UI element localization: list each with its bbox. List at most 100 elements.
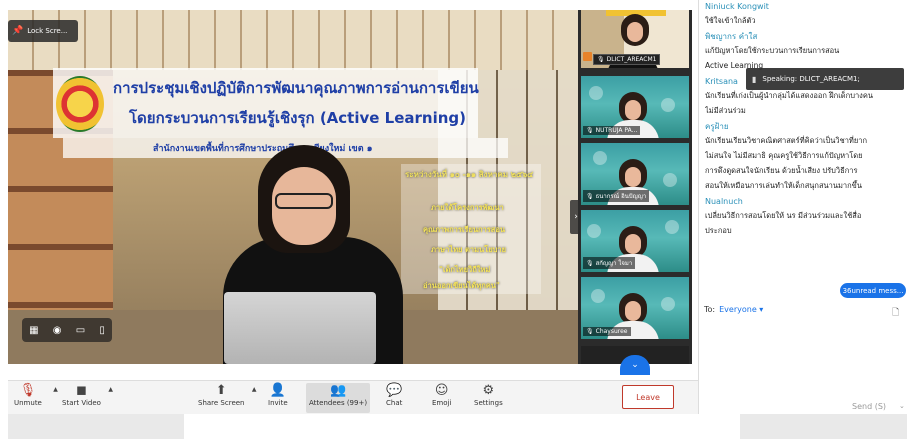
unmute-button[interactable]: 🎙 Unmute ▲ [14, 383, 58, 407]
participant-tile[interactable]: 🎙 ธนากรณ์ อินปัญญา [581, 143, 689, 205]
chat-sender: Niniuck Kongwit [705, 2, 769, 11]
office-seal-logo [56, 76, 104, 132]
attendees-label: Attendees (99+) [309, 399, 368, 407]
share-screen-button[interactable]: ⬆ Share Screen ▲ [198, 383, 257, 407]
title-line1: การประชุมเชิงปฏิบัติการพัฒนาคุณภาพการอ่า… [113, 79, 479, 97]
mic-muted-icon: 🎙 [19, 383, 37, 398]
chat-text: แก้ปัญหาโดยใช้กระบวนการเรียนการสอน [705, 46, 840, 55]
speaking-indicator: ▮ Speaking: DLICT_AREACM1; [746, 68, 904, 90]
participant-gallery: 🎙 DLICT_AREACM1 🎙 NUTRUJA PA... 🎙 ธนากรณ… [578, 10, 692, 375]
chat-text: การดึงดูดสนใจนักเรียน ด้วยน้ำเสียง ปรับว… [705, 166, 858, 175]
to-label: To: [704, 305, 716, 314]
bubble-decoration [589, 86, 603, 100]
pin-icon: 📌 [12, 26, 24, 36]
participant-name: NUTRUJA PA... [595, 127, 638, 134]
mic-muted-icon: 🎙 [586, 192, 594, 200]
attendees-button[interactable]: 👥 Attendees (99+) [306, 383, 371, 413]
gallery-scroll-down-button[interactable]: ⌄ [620, 355, 650, 375]
meeting-window: การประชุมเชิงปฏิบัติการพัฒนาคุณภาพการอ่า… [0, 0, 907, 439]
sidebar-icon[interactable]: ▯ [99, 325, 105, 336]
caret-up-icon[interactable]: ▲ [53, 386, 58, 393]
mic-muted-icon: 🎙 [586, 127, 594, 134]
chat-message: Niniuck Kongwit ใช้ใจเข้าใกล้ตัว [705, 0, 905, 28]
video-off-icon: ◼ [76, 383, 87, 398]
project-line: "เด็กไทยวิถีใหม่ [439, 265, 491, 274]
start-video-label: Start Video [62, 399, 101, 407]
date-box: ระหว่างวันที่ ๑๐ -๑๑ สิงหาคม ๒๕๖๔ ภายใต้… [401, 164, 541, 294]
chat-sender: Nualnuch [705, 197, 743, 206]
unmute-label: Unmute [14, 399, 42, 407]
chat-text: สอนให้เหมือนการเล่นทำให้เด็กสนุกสนานมากข… [705, 181, 862, 190]
laptop [224, 292, 376, 364]
screen-icon[interactable]: ▭ [76, 325, 85, 336]
mic-muted-icon: 🎙 [586, 259, 594, 267]
chat-sender: พิชญากร คำใส [705, 32, 758, 41]
muted-icon [583, 52, 592, 61]
collapse-gallery-button[interactable]: › [570, 200, 578, 234]
bubble-decoration [661, 98, 675, 112]
lock-screen-label: Lock Scre... [27, 27, 68, 35]
participant-nametag: 🎙 Chaysuree [583, 327, 631, 336]
participant-tile[interactable]: 🎙 DLICT_AREACM1 [581, 10, 689, 68]
participant-tile[interactable]: 🎙 Chaysuree [581, 277, 689, 339]
chat-icon: 💬 [386, 383, 403, 398]
chat-text: ไม่สนใจ ไม่มีสมาธิ คุณครูใช้วิธีการแก้ปั… [705, 151, 863, 160]
participant-tile[interactable]: 🎙 NUTRUJA PA... [581, 76, 689, 138]
participant-face [621, 14, 649, 46]
chat-button[interactable]: 💬 Chat [386, 383, 402, 407]
mic-icon: 🎙 [597, 56, 605, 63]
caret-up-icon[interactable]: ▲ [252, 386, 257, 393]
participant-name: Chaysuree [595, 328, 628, 335]
meeting-toolbar: 🎙 Unmute ▲ ◼ Start Video ▲ ⬆ Share Scree… [8, 380, 698, 414]
bottom-area-right [740, 414, 907, 439]
chat-text: ประกอบ [705, 226, 732, 235]
attendees-icon: 👥 [329, 383, 347, 398]
participant-name: สกัญญา ใจมา [595, 260, 633, 267]
mic-muted-icon: 🎙 [586, 328, 594, 335]
settings-button[interactable]: ⚙ Settings [474, 383, 503, 407]
title-panel: การประชุมเชิงปฏิบัติการพัฒนาคุณภาพการอ่า… [53, 68, 479, 138]
bubble-decoration [663, 173, 677, 187]
invite-button[interactable]: 👤 Invite [268, 383, 288, 407]
project-line: ภาษาไทย ตามนโยบาย [431, 245, 506, 254]
emoji-label: Emoji [432, 399, 452, 407]
main-video[interactable]: การประชุมเชิงปฏิบัติการพัฒนาคุณภาพการอ่า… [8, 10, 578, 364]
unread-messages-button[interactable]: 36unread mess... [840, 283, 906, 298]
participant-nametag: 🎙 DLICT_AREACM1 [593, 54, 661, 65]
chat-message: พิชญากร คำใส แก้ปัญหาโดยใช้กระบวนการเรีย… [705, 30, 905, 73]
bottom-area-center [184, 414, 740, 439]
chevron-down-icon[interactable]: ⌄ [899, 402, 905, 410]
video-overlay-controls: ▦ ◉ ▭ ▯ [22, 318, 112, 342]
invite-label: Invite [268, 399, 288, 407]
chat-text: นักเรียนที่เก่งเป็นผู้นำกลุ่มได้แสดงออก … [705, 91, 873, 100]
share-screen-icon: ⬆ [215, 383, 227, 398]
title-line2: โดยกระบวนการเรียนรู้เชิงรุก (Active Lear… [129, 109, 467, 127]
chat-text: เปลี่ยนวิธีการสอนโดยให้ นร มีส่วนร่วมและ… [705, 211, 862, 220]
bubble-decoration [661, 297, 675, 311]
recipient-dropdown[interactable]: Everyone ▾ [719, 305, 763, 314]
camera-icon[interactable]: ◉ [53, 325, 62, 336]
chevron-down-icon: ⌄ [631, 360, 639, 370]
bubble-decoration [665, 220, 679, 234]
chat-message-list[interactable]: Niniuck Kongwit ใช้ใจเข้าใกล้ตัว พิชญากร… [705, 0, 905, 300]
chat-recipient-row: To: Everyone ▾ [704, 305, 763, 314]
leave-button[interactable]: Leave [622, 385, 674, 409]
start-video-button[interactable]: ◼ Start Video ▲ [62, 383, 113, 407]
speaking-label: Speaking: DLICT_AREACM1; [762, 75, 860, 83]
presenter-glasses [275, 193, 333, 209]
chat-message: ครูฝ้าย นักเรียนเรียนวิชาคณิตศาสตร์ที่คิ… [705, 120, 905, 193]
lock-screen-button[interactable]: 📌 Lock Scre... [8, 20, 78, 42]
settings-label: Settings [474, 399, 503, 407]
participant-tile[interactable]: 🎙 สกัญญา ใจมา [581, 210, 689, 272]
emoji-button[interactable]: ☺ Emoji [432, 383, 451, 407]
bottom-area-left [8, 414, 184, 439]
send-button[interactable]: Send (S) [852, 402, 886, 411]
chat-label: Chat [386, 399, 403, 407]
project-line: คุณภาพการเรียนการสอน [423, 225, 505, 234]
caret-up-icon[interactable]: ▲ [108, 386, 113, 393]
participant-nametag: 🎙 สกัญญา ใจมา [583, 257, 636, 269]
project-line: อ่านออกเขียนได้ทุกคน" [423, 281, 500, 290]
bubble-decoration [587, 224, 601, 238]
chat-input[interactable] [704, 318, 902, 398]
grid-view-icon[interactable]: ▦ [29, 325, 38, 336]
